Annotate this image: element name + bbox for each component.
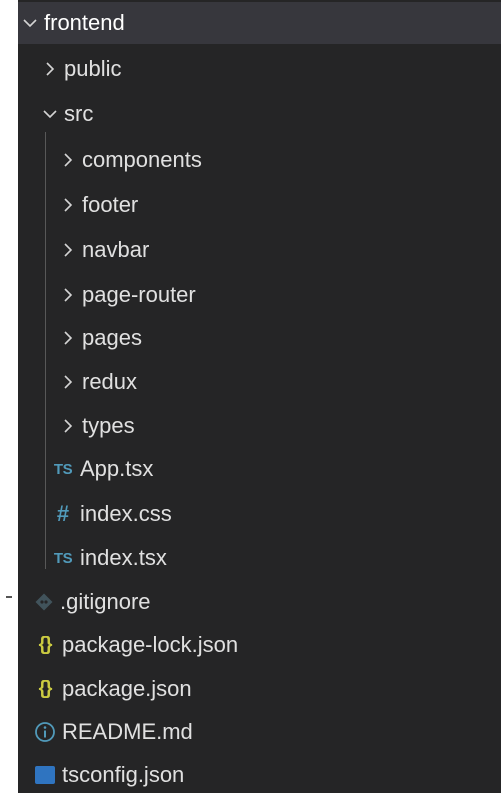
git-icon <box>34 592 54 612</box>
css-hash-icon: # <box>56 501 70 526</box>
chevron-right-icon[interactable] <box>60 287 76 303</box>
tree-file-index-tsx[interactable]: TS index.tsx <box>18 537 501 579</box>
tree-folder-page-router[interactable]: page-router <box>18 274 501 316</box>
tree-item-label: types <box>82 413 135 438</box>
tree-item-label: README.md <box>62 719 193 744</box>
tree-folder-types[interactable]: types <box>18 405 501 447</box>
chevron-right-icon[interactable] <box>60 197 76 213</box>
typescript-icon: TS <box>53 460 73 478</box>
tree-folder-src[interactable]: src <box>18 93 501 135</box>
screenshot-canvas: frontend public src components footer na… <box>0 0 501 793</box>
tree-item-label: components <box>82 147 202 172</box>
tree-folder-navbar[interactable]: navbar <box>18 229 501 271</box>
tree-item-label: page-router <box>82 282 196 307</box>
tree-file-package-json[interactable]: {} package.json <box>18 668 501 710</box>
tree-item-label: src <box>64 101 94 126</box>
tree-item-label: tsconfig.json <box>62 762 185 787</box>
chevron-right-icon[interactable] <box>60 242 76 258</box>
tree-file-gitignore[interactable]: .gitignore <box>18 581 501 623</box>
tree-folder-public[interactable]: public <box>18 48 501 90</box>
tree-item-label: package-lock.json <box>62 632 239 657</box>
tree-item-label: frontend <box>44 10 125 35</box>
chevron-right-icon[interactable] <box>60 330 76 346</box>
json-braces-icon: {} <box>38 634 53 655</box>
chevron-right-icon[interactable] <box>60 374 76 390</box>
tree-item-label: footer <box>82 192 139 217</box>
tree-item-label: index.css <box>80 501 172 526</box>
chevron-down-icon[interactable] <box>42 106 58 122</box>
tree-item-label: navbar <box>82 237 150 262</box>
tree-file-package-lock-json[interactable]: {} package-lock.json <box>18 624 501 666</box>
tree-file-tsconfig-json[interactable]: tsconfig.json <box>18 754 501 793</box>
tree-item-label: pages <box>82 325 142 350</box>
tree-folder-components[interactable]: components <box>18 139 501 181</box>
typescript-icon: TS <box>53 549 73 567</box>
file-explorer: frontend public src components footer na… <box>18 0 501 793</box>
tree-folder-pages[interactable]: pages <box>18 317 501 359</box>
chevron-down-icon[interactable] <box>22 15 38 31</box>
tree-file-index-css[interactable]: # index.css <box>18 493 501 535</box>
tree-item-label: .gitignore <box>60 589 151 614</box>
json-braces-icon: {} <box>38 678 53 699</box>
tree-file-readme-md[interactable]: README.md <box>18 711 501 753</box>
tree-folder-redux[interactable]: redux <box>18 361 501 403</box>
tsconfig-icon <box>34 764 56 786</box>
tree-file-app-tsx[interactable]: TS App.tsx <box>18 448 501 490</box>
chevron-right-icon[interactable] <box>60 152 76 168</box>
info-icon <box>34 721 56 743</box>
chevron-right-icon[interactable] <box>42 61 58 77</box>
tree-item-label: App.tsx <box>80 456 154 481</box>
outside-marker <box>6 596 12 598</box>
tree-folder-frontend[interactable]: frontend <box>18 2 501 44</box>
tree-item-label: index.tsx <box>80 545 167 570</box>
tree-item-label: package.json <box>62 676 192 701</box>
tree-folder-footer[interactable]: footer <box>18 184 501 226</box>
tree-item-label: redux <box>82 369 138 394</box>
tree-item-label: public <box>64 56 122 81</box>
chevron-right-icon[interactable] <box>60 418 76 434</box>
